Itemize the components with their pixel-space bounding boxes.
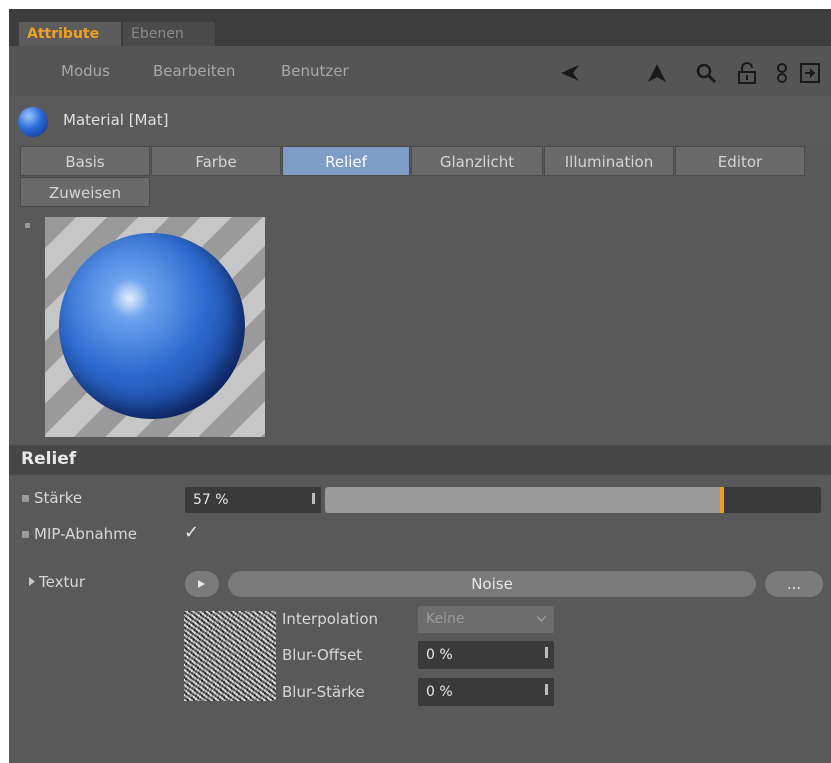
material-ball-icon bbox=[18, 107, 48, 137]
tab-illumination[interactable]: Illumination bbox=[544, 146, 674, 176]
staerke-keyframe-dot[interactable] bbox=[22, 495, 29, 502]
chevron-down-icon bbox=[537, 616, 546, 622]
window-tabbar: Attribute Ebenen bbox=[9, 9, 831, 46]
menu-bearbeiten[interactable]: Bearbeiten bbox=[153, 62, 235, 80]
mip-checkbox[interactable]: ✓ bbox=[184, 522, 199, 543]
section-header-relief: Relief bbox=[9, 445, 831, 475]
menu-benutzer[interactable]: Benutzer bbox=[281, 62, 349, 80]
lock-icon[interactable] bbox=[736, 62, 758, 84]
blur-offset-value: 0 % bbox=[426, 647, 453, 663]
tab-ebenen[interactable]: Ebenen bbox=[123, 22, 215, 46]
menu-modus[interactable]: Modus bbox=[61, 62, 110, 80]
object-header: Material [Mat] bbox=[9, 97, 831, 145]
stepper-icon[interactable] bbox=[312, 493, 315, 504]
interpolation-value: Keine bbox=[426, 611, 465, 627]
material-preview bbox=[45, 217, 265, 437]
search-icon[interactable] bbox=[695, 62, 717, 84]
tab-basis[interactable]: Basis bbox=[20, 146, 150, 176]
blur-staerke-label: Blur-Stärke bbox=[282, 683, 365, 701]
preview-collapse-handle[interactable] bbox=[25, 223, 30, 228]
page-title: Material [Mat] bbox=[63, 111, 169, 129]
blur-staerke-input[interactable]: 0 % bbox=[418, 678, 554, 706]
tab-relief[interactable]: Relief bbox=[282, 146, 410, 176]
mip-keyframe-dot[interactable] bbox=[22, 531, 29, 538]
link-icon[interactable] bbox=[771, 62, 793, 84]
staerke-value: 57 % bbox=[193, 492, 229, 508]
textur-label: Textur bbox=[39, 573, 86, 591]
stepper-icon[interactable] bbox=[545, 684, 548, 695]
textur-expand-icon[interactable] bbox=[29, 577, 35, 586]
tab-editor[interactable]: Editor bbox=[675, 146, 805, 176]
stepper-icon[interactable] bbox=[545, 647, 548, 658]
staerke-slider-fill bbox=[325, 487, 722, 513]
textur-more-button[interactable]: ... bbox=[765, 571, 823, 597]
mip-label: MIP-Abnahme bbox=[34, 525, 137, 543]
blur-offset-label: Blur-Offset bbox=[282, 646, 363, 664]
blur-offset-input[interactable]: 0 % bbox=[418, 641, 554, 669]
staerke-label: Stärke bbox=[34, 489, 83, 507]
noise-texture-preview bbox=[184, 611, 276, 701]
blur-staerke-value: 0 % bbox=[426, 684, 453, 700]
section-title: Relief bbox=[21, 449, 77, 469]
staerke-slider-handle[interactable] bbox=[720, 487, 724, 513]
staerke-input[interactable]: 57 % bbox=[185, 487, 321, 513]
preview-sphere bbox=[59, 233, 245, 419]
attribute-manager: Attribute Ebenen Modus Bearbeiten Benutz… bbox=[9, 9, 831, 763]
back-arrow-icon[interactable] bbox=[559, 62, 581, 84]
new-window-icon[interactable] bbox=[799, 62, 821, 84]
tab-zuweisen[interactable]: Zuweisen bbox=[20, 177, 150, 207]
textur-play-button[interactable] bbox=[185, 571, 219, 597]
tab-glanzlicht[interactable]: Glanzlicht bbox=[411, 146, 543, 176]
staerke-slider[interactable] bbox=[325, 487, 821, 513]
interpolation-select[interactable]: Keine bbox=[418, 606, 554, 633]
textur-shader-button[interactable]: Noise bbox=[228, 571, 756, 597]
menubar: Modus Bearbeiten Benutzer bbox=[9, 46, 831, 96]
tab-attribute[interactable]: Attribute bbox=[19, 22, 121, 46]
tab-farbe[interactable]: Farbe bbox=[151, 146, 281, 176]
triangle-right-icon bbox=[198, 580, 205, 588]
interpolation-label: Interpolation bbox=[282, 610, 378, 628]
up-arrow-icon[interactable] bbox=[646, 62, 668, 84]
